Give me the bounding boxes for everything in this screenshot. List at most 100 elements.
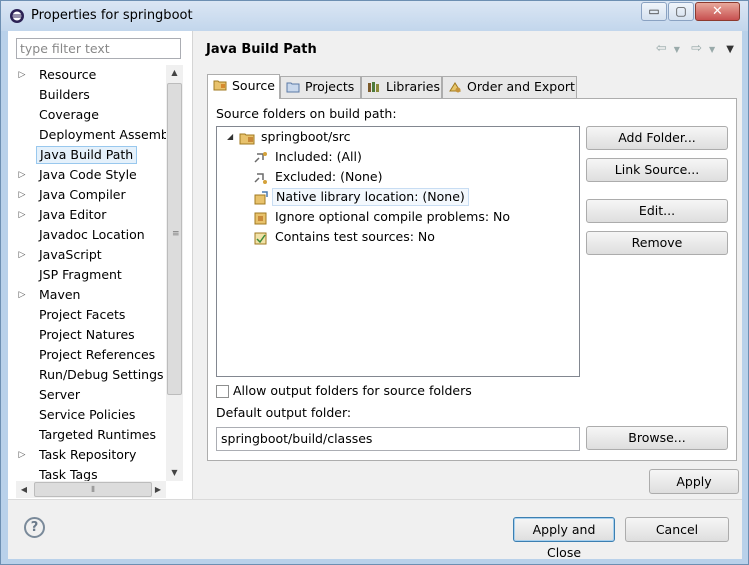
scroll-down-icon[interactable]: ▼ <box>166 465 183 481</box>
page-navigation: ⇦ ▼ ⇨ ▼ ▼ <box>649 41 734 57</box>
filter-input[interactable] <box>17 39 180 58</box>
sidebar-item-label: Server <box>39 387 80 402</box>
expand-arrow-icon[interactable]: ▷ <box>16 246 28 264</box>
ignore-problems-icon <box>254 212 267 225</box>
default-output-label: Default output folder: <box>216 405 352 420</box>
title-bar: Properties for springboot ▭ ▢ ✕ <box>1 1 748 31</box>
tree-node-label: Ignore optional compile problems: No <box>275 209 511 224</box>
cancel-button[interactable]: Cancel <box>625 517 729 542</box>
page-title: Java Build Path <box>206 42 317 57</box>
allow-output-label: Allow output folders for source folders <box>233 383 472 398</box>
sidebar-item-label: Java Code Style <box>39 167 137 182</box>
edit-button[interactable]: Edit... <box>586 199 728 223</box>
package-folder-icon <box>239 133 255 145</box>
sidebar-item-label: Task Tags <box>39 467 98 481</box>
property-page: Java Build Path ⇦ ▼ ⇨ ▼ ▼ Source Projects … <box>197 31 742 499</box>
maximize-icon: ▢ <box>675 4 687 18</box>
source-folder-icon <box>213 80 227 91</box>
close-button[interactable]: ✕ <box>695 2 740 21</box>
apply-and-close-button[interactable]: Apply and Close <box>513 517 615 560</box>
filter-field[interactable] <box>16 38 181 59</box>
allow-output-checkbox[interactable] <box>216 385 229 398</box>
tab-label: Source <box>232 78 275 93</box>
sidebar-item-label: Builders <box>39 87 90 102</box>
hscroll-thumb[interactable]: ⦀ <box>34 482 152 497</box>
sidebar-item-label: JSP Fragment <box>39 267 122 282</box>
sidebar-item-label: Java Compiler <box>39 187 126 202</box>
scroll-thumb[interactable]: ≡ <box>167 83 182 395</box>
expand-arrow-icon[interactable]: ▷ <box>16 186 28 204</box>
apply-button[interactable]: Apply <box>649 469 739 494</box>
forward-icon[interactable]: ⇨ <box>691 41 702 56</box>
expand-arrow-icon[interactable]: ▷ <box>16 446 28 464</box>
tab-libraries[interactable]: Libraries <box>361 76 442 98</box>
tree-horizontal-scrollbar[interactable]: ◀ ⦀ ▶ <box>16 481 166 498</box>
button-bar: ? Apply and Close Cancel <box>8 499 742 560</box>
order-export-icon <box>449 82 461 93</box>
tree-node-label: Excluded: (None) <box>275 169 383 184</box>
included-icon <box>254 152 267 163</box>
expand-arrow-icon[interactable]: ▷ <box>16 206 28 224</box>
tree-vertical-scrollbar[interactable]: ▲ ≡ ▼ <box>166 65 183 481</box>
sidebar-item-label: Javadoc Location <box>39 227 145 242</box>
sidebar-item-label: Service Policies <box>39 407 136 422</box>
back-menu-icon[interactable]: ▼ <box>674 45 680 54</box>
sidebar-item-label: Java Build Path <box>36 146 138 164</box>
sidebar-item-label: JavaScript <box>39 247 102 262</box>
add-folder-button[interactable]: Add Folder... <box>586 126 728 150</box>
view-menu-icon[interactable]: ▼ <box>726 44 734 55</box>
properties-dialog: Properties for springboot ▭ ▢ ✕ ▷ Resourc… <box>0 0 749 565</box>
link-source-button[interactable]: Link Source... <box>586 158 728 182</box>
dialog-client-area: ▷ Resource Builders Coverage Deployment Asse… <box>8 31 742 560</box>
sidebar-item-label: Deployment Assembly <box>39 127 166 142</box>
back-icon[interactable]: ⇦ <box>656 41 667 56</box>
sidebar-item-label: Coverage <box>39 107 99 122</box>
sidebar-item-label: Run/Debug Settings <box>39 367 164 382</box>
libraries-icon <box>368 82 379 92</box>
tree-node-label: springboot/src <box>261 129 351 144</box>
expand-arrow-icon[interactable]: ▷ <box>16 286 28 304</box>
source-folders-label: Source folders on build path: <box>216 106 397 121</box>
scroll-right-icon[interactable]: ▶ <box>150 481 166 498</box>
sidebar-item-label: Targeted Runtimes <box>39 427 156 442</box>
minimize-icon: ▭ <box>648 4 660 18</box>
minimize-button[interactable]: ▭ <box>641 2 667 21</box>
native-library-icon <box>254 191 268 205</box>
collapse-icon[interactable]: ◢ <box>227 128 233 146</box>
property-page-tree: ▷ Resource Builders Coverage Deployment Asse… <box>16 65 166 481</box>
sidebar-item-label: Project Facets <box>39 307 126 322</box>
tree-node-label: Native library location: (None) <box>272 188 469 206</box>
projects-icon <box>286 82 300 93</box>
default-output-field[interactable]: springboot/build/classes <box>216 427 580 451</box>
sidebar-item-label: Task Repository <box>39 447 137 462</box>
test-sources-icon <box>254 232 267 245</box>
sidebar-item-label: Resource <box>39 67 97 82</box>
scroll-left-icon[interactable]: ◀ <box>16 481 32 498</box>
eclipse-icon <box>10 9 24 23</box>
tab-label: Order and Export <box>467 79 575 94</box>
tab-source[interactable]: Source <box>207 74 280 99</box>
sidebar-item-label: Java Editor <box>39 207 107 222</box>
maximize-button[interactable]: ▢ <box>668 2 694 21</box>
source-folders-tree[interactable]: ◢ springboot/src Included: (All) Exclude… <box>216 126 580 377</box>
expand-arrow-icon[interactable]: ▷ <box>16 166 28 184</box>
sidebar-item-label: Maven <box>39 287 81 302</box>
browse-button[interactable]: Browse... <box>586 426 728 450</box>
sidebar-item-label: Project References <box>39 347 156 362</box>
tree-node-label: Contains test sources: No <box>275 229 435 244</box>
tab-projects[interactable]: Projects <box>280 76 361 98</box>
window-title: Properties for springboot <box>31 8 193 23</box>
scroll-up-icon[interactable]: ▲ <box>166 65 183 81</box>
sidebar-item-label: Project Natures <box>39 327 135 342</box>
tab-label: Projects <box>305 79 355 94</box>
help-icon[interactable]: ? <box>24 517 45 538</box>
grip-icon: ≡ <box>172 229 180 239</box>
expand-arrow-icon[interactable]: ▷ <box>16 66 28 84</box>
tree-node-label: Included: (All) <box>275 149 362 164</box>
source-tab-panel: Source folders on build path: ◢ springbo… <box>207 98 737 461</box>
forward-menu-icon[interactable]: ▼ <box>709 45 715 54</box>
close-icon: ✕ <box>712 4 723 19</box>
tab-order-and-export[interactable]: Order and Export <box>442 76 577 98</box>
remove-button[interactable]: Remove <box>586 231 728 255</box>
tab-label: Libraries <box>386 79 440 94</box>
